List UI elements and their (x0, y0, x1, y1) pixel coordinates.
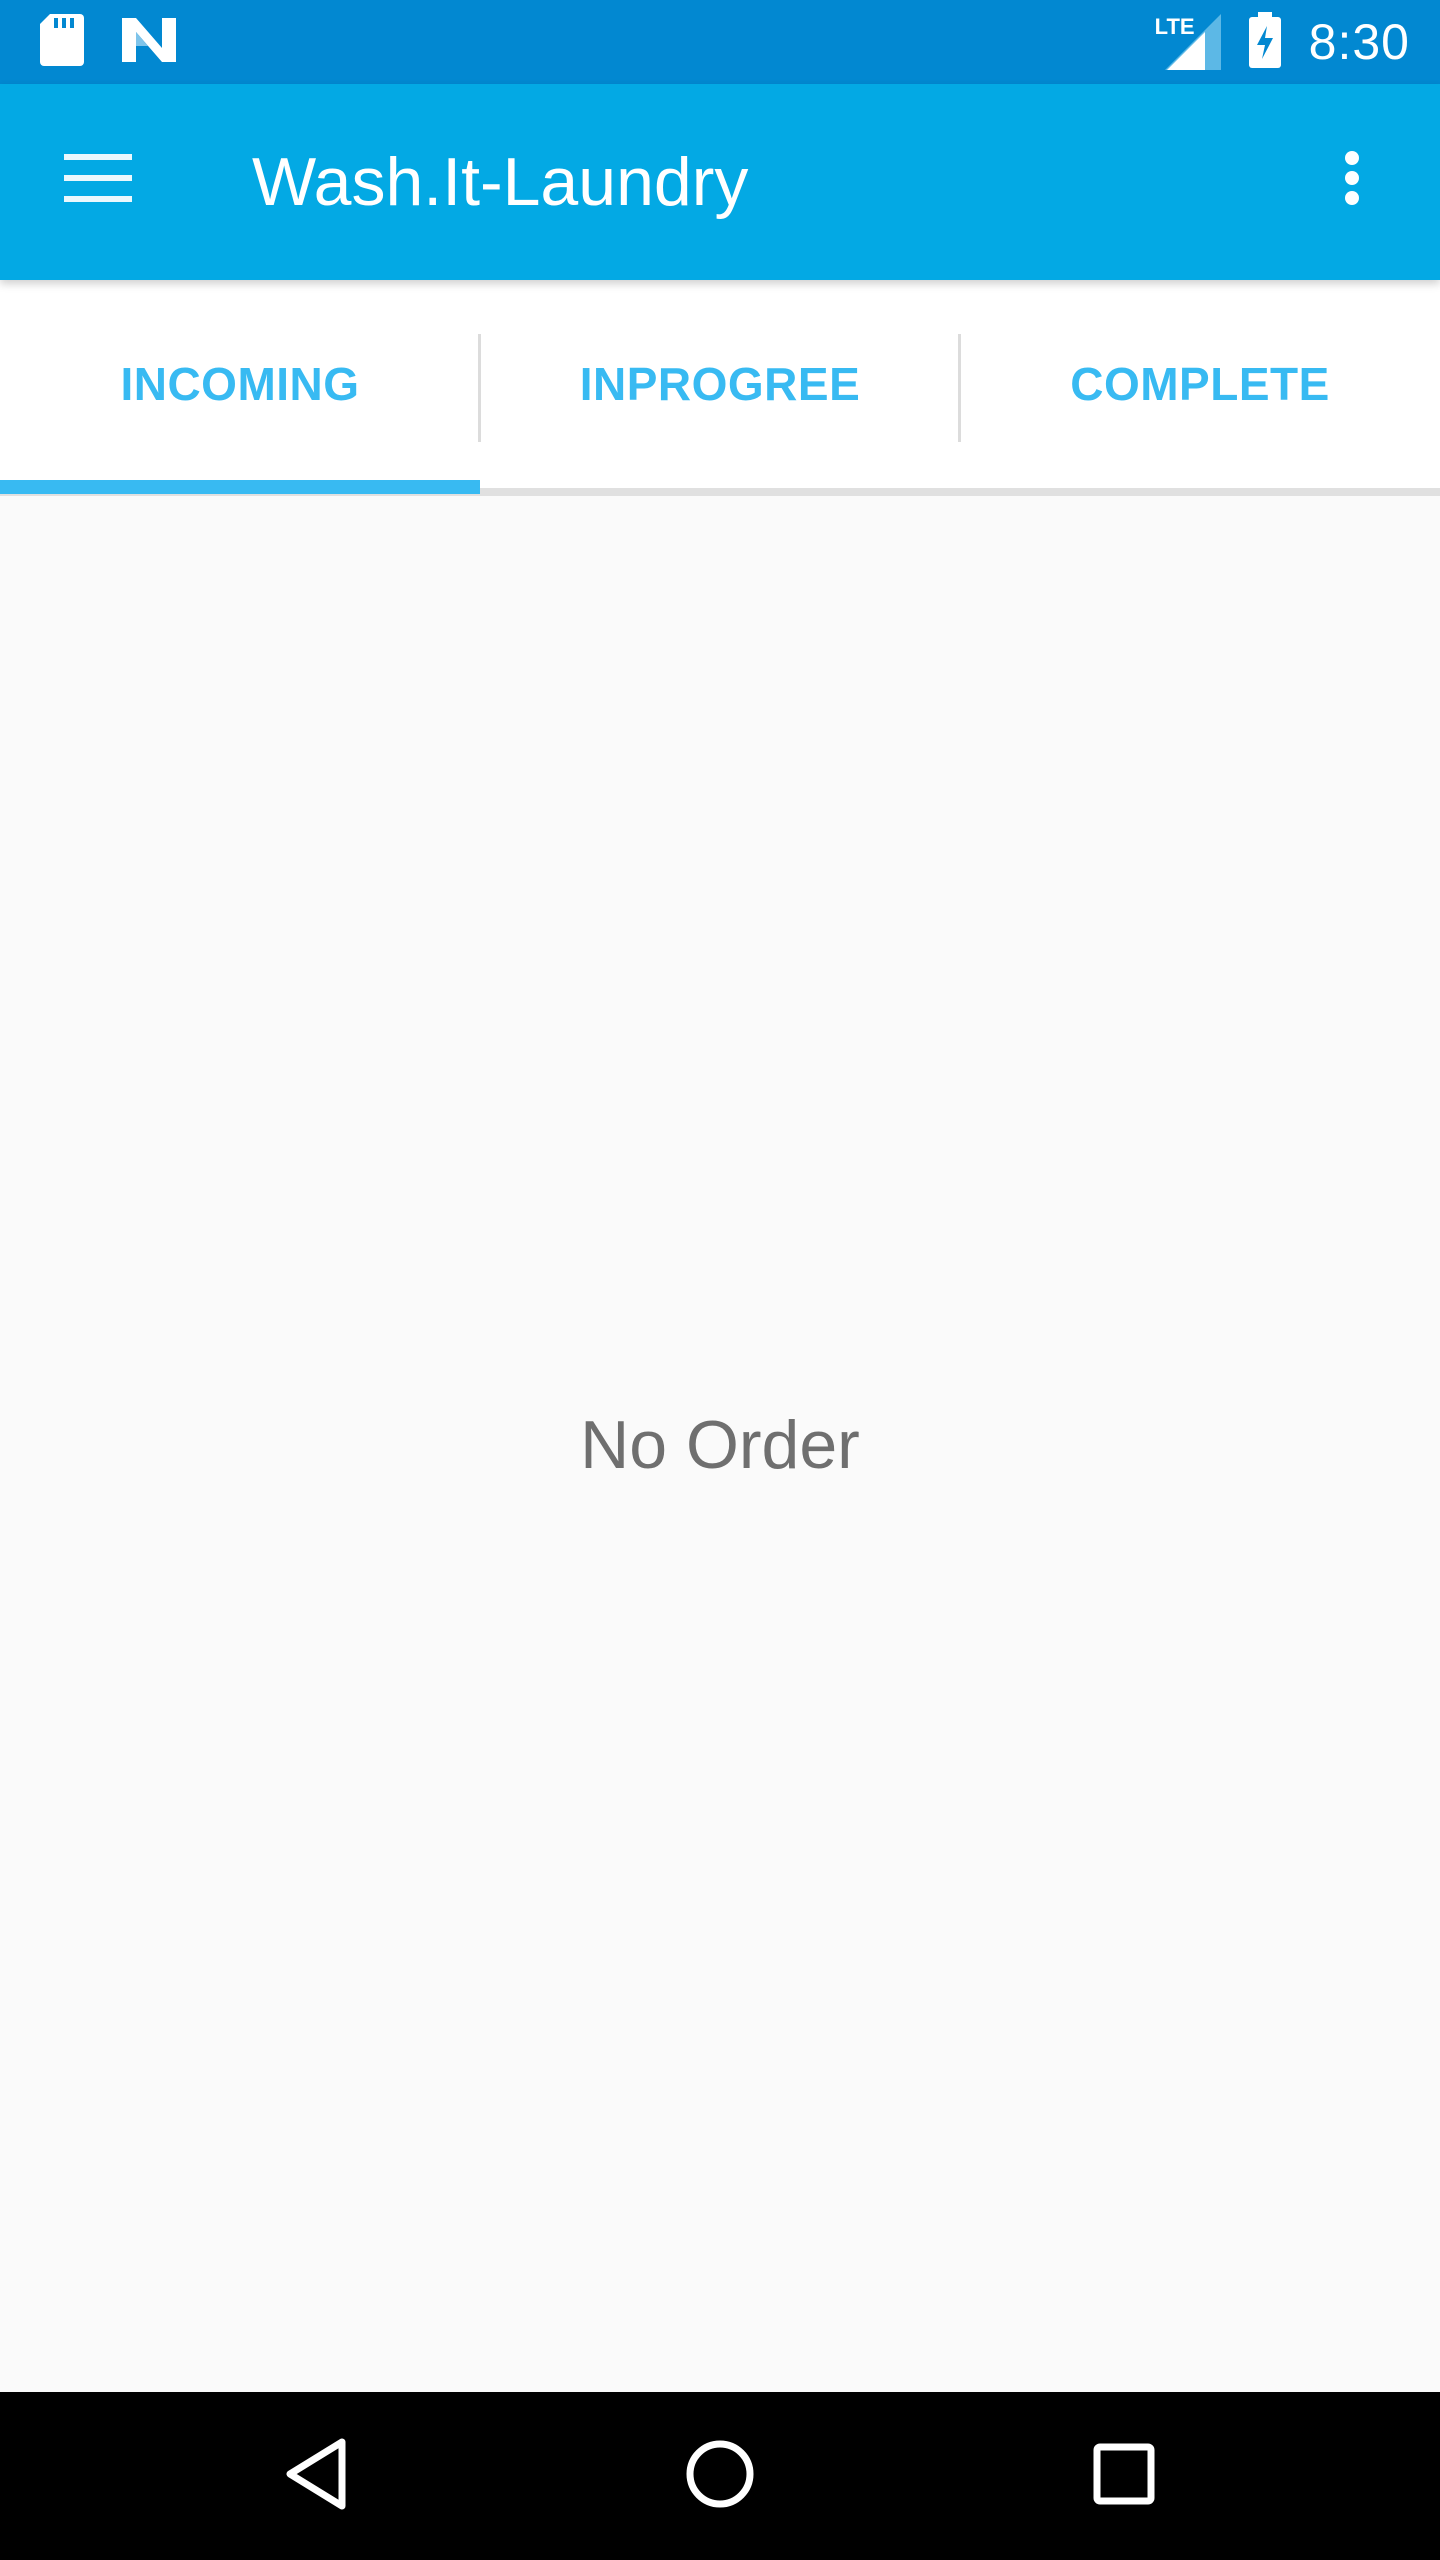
more-vert-icon (1344, 150, 1360, 211)
back-button[interactable] (256, 2416, 376, 2536)
status-right-icons: LTE 8:30 (1154, 0, 1410, 84)
home-button[interactable] (660, 2416, 780, 2536)
tab-incoming[interactable]: INCOMING (0, 280, 480, 488)
tab-inprogree[interactable]: INPROGREE (480, 280, 960, 488)
home-icon (684, 2438, 756, 2515)
recents-icon (1092, 2442, 1156, 2511)
empty-state-message: No Order (580, 1407, 860, 1483)
overflow-menu-button[interactable] (1300, 128, 1404, 232)
sd-card-icon (40, 13, 84, 71)
tab-bar: INCOMING INPROGREE COMPLETE (0, 280, 1440, 496)
status-bar: LTE 8:30 (0, 0, 1440, 84)
tab-complete[interactable]: COMPLETE (960, 280, 1440, 488)
app-title: Wash.It-Laundry (252, 144, 749, 220)
back-icon (284, 2438, 348, 2515)
battery-charging-icon (1247, 11, 1283, 73)
recents-button[interactable] (1064, 2416, 1184, 2536)
status-time: 8:30 (1308, 14, 1410, 70)
tab-selected-indicator (0, 480, 480, 494)
status-left-icons (40, 13, 176, 71)
lte-label: LTE (1154, 14, 1195, 39)
navigation-bar (0, 2392, 1440, 2560)
screen: LTE 8:30 Wash.It-Laundry INCOMING INPROG… (0, 0, 1440, 2560)
order-list-area[interactable]: No Order (0, 496, 1440, 2392)
hamburger-menu-icon (64, 153, 132, 207)
n-notification-icon (122, 17, 176, 67)
menu-button[interactable] (46, 128, 150, 232)
lte-signal-icon: LTE (1154, 14, 1221, 70)
app-bar: Wash.It-Laundry (0, 84, 1440, 280)
